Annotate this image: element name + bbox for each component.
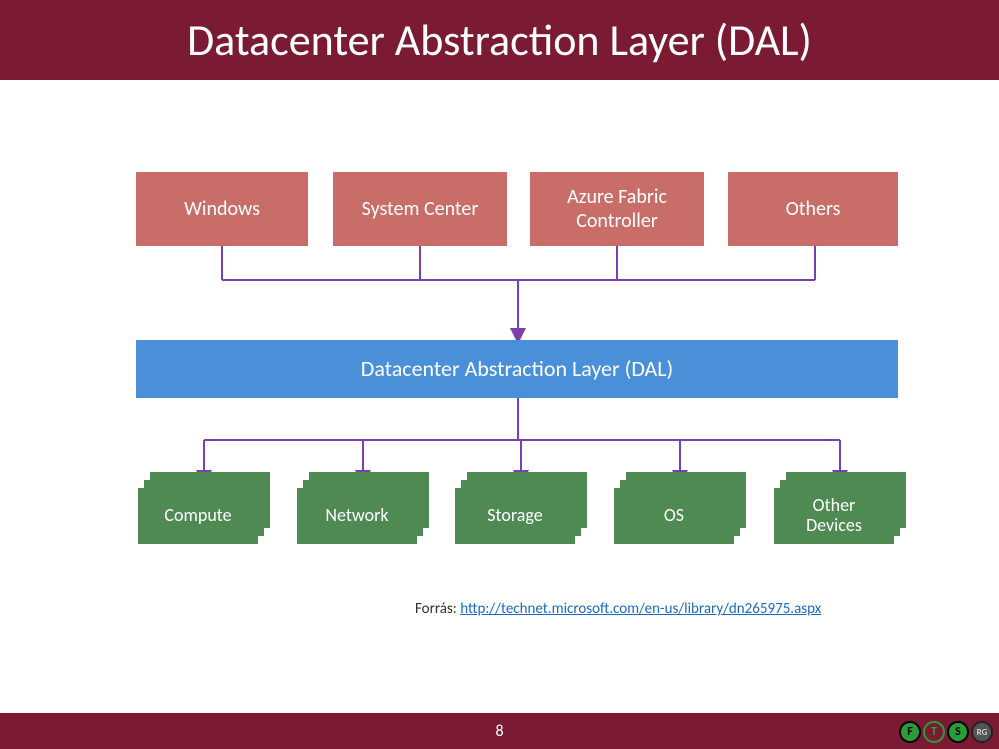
label: System Center xyxy=(362,197,479,221)
label: Others xyxy=(786,197,841,221)
source-citation: Forrás: http://technet.microsoft.com/en-… xyxy=(415,600,821,618)
source-label: Forrás: xyxy=(415,600,460,618)
label: Windows xyxy=(184,197,260,221)
label: Other Devices xyxy=(806,496,862,536)
middle-box-dal: Datacenter Abstraction Layer (DAL) xyxy=(136,340,898,398)
top-box-system-center: System Center xyxy=(333,172,507,246)
page-number: 8 xyxy=(495,722,503,741)
top-box-azure-fabric: Azure Fabric Controller xyxy=(530,172,704,246)
diagram-area: Windows System Center Azure Fabric Contr… xyxy=(0,80,999,640)
label: Storage xyxy=(487,506,542,526)
label: Datacenter Abstraction Layer (DAL) xyxy=(361,356,673,382)
ftsrg-logo: F T S RG xyxy=(899,721,993,743)
stack-os: OS xyxy=(614,472,746,544)
stack-compute: Compute xyxy=(138,472,270,544)
logo-letter: S xyxy=(955,725,961,739)
label: Compute xyxy=(164,506,231,526)
footer-bar: 8 xyxy=(0,713,999,749)
logo-letter: RG xyxy=(977,727,988,738)
label: Network xyxy=(325,506,388,526)
source-link[interactable]: http://technet.microsoft.com/en-us/libra… xyxy=(460,600,821,618)
stack-storage: Storage xyxy=(455,472,587,544)
stack-other-devices: Other Devices xyxy=(774,472,906,544)
label: Azure Fabric Controller xyxy=(567,185,667,233)
logo-letter: T xyxy=(931,725,937,739)
top-box-windows: Windows xyxy=(136,172,308,246)
top-box-others: Others xyxy=(728,172,898,246)
slide-title: Datacenter Abstraction Layer (DAL) xyxy=(187,13,812,67)
label: OS xyxy=(664,506,684,526)
stack-network: Network xyxy=(297,472,429,544)
logo-letter: F xyxy=(907,725,913,739)
title-bar: Datacenter Abstraction Layer (DAL) xyxy=(0,0,999,80)
